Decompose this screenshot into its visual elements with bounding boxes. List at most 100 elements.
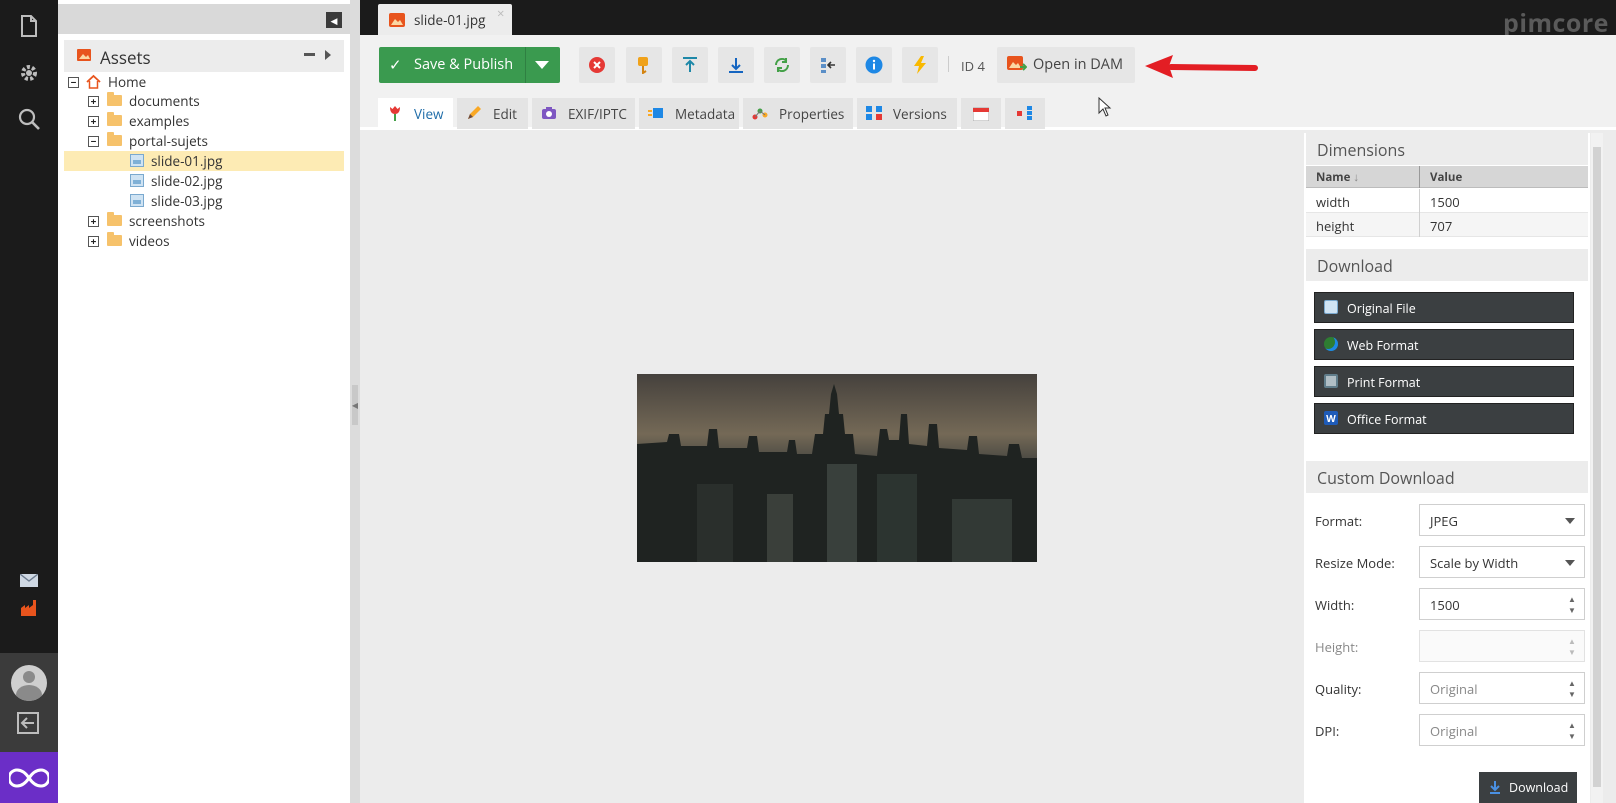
tree-item-slide-02[interactable]: slide-02.jpg (64, 171, 344, 191)
tree-item-label: documents (129, 92, 200, 110)
collapse-toggle-icon[interactable]: − (88, 136, 99, 147)
column-header-value[interactable]: Value (1430, 170, 1462, 185)
original-file-button[interactable]: Original File (1314, 292, 1574, 323)
resize-mode-select[interactable]: Scale by Width (1419, 546, 1585, 578)
avatar[interactable] (11, 665, 47, 701)
asset-id-label: ID 4 (961, 57, 985, 75)
splitter-collapse-icon[interactable]: ◀ (352, 385, 358, 425)
chevron-down-icon (1565, 560, 1575, 566)
info-button[interactable] (856, 47, 892, 83)
factory-icon[interactable] (15, 594, 43, 622)
expand-toggle-icon[interactable]: + (88, 96, 99, 107)
dpi-field[interactable]: Original ▲ ▼ (1419, 714, 1585, 746)
tab-view[interactable]: View (378, 98, 453, 129)
dropdown-arrow-icon[interactable] (535, 61, 549, 69)
camera-icon (542, 107, 556, 119)
save-publish-button[interactable]: ✓ Save & Publish (379, 47, 560, 83)
width-field[interactable]: 1500 ▲ ▼ (1419, 588, 1585, 620)
dimension-value: 707 (1430, 217, 1453, 235)
sort-arrow-icon: ↓ (1353, 170, 1360, 185)
pimcore-logo[interactable] (0, 752, 58, 803)
logout-icon[interactable] (17, 712, 41, 738)
open-in-dam-button[interactable]: Open in DAM (997, 47, 1135, 83)
table-row: height 707 (1306, 213, 1588, 237)
column-header-name[interactable]: Name ↓ (1316, 170, 1359, 185)
properties-icon (752, 108, 768, 120)
scrollbar-thumb[interactable] (1593, 147, 1601, 787)
notifications-button[interactable] (902, 47, 938, 83)
tab-metadata[interactable]: Metadata (639, 98, 739, 129)
resize-mode-label: Resize Mode: (1315, 554, 1395, 572)
print-format-button[interactable]: Print Format (1314, 366, 1574, 397)
tree-item-label: videos (129, 232, 170, 250)
tree-item-examples[interactable]: + examples (64, 111, 344, 131)
delete-button[interactable] (579, 47, 615, 83)
side-panel-scrollbar[interactable] (1591, 133, 1603, 803)
tree-item-videos[interactable]: + videos (64, 231, 344, 251)
image-icon (130, 194, 144, 207)
tab-dependencies[interactable] (1005, 98, 1045, 129)
expand-toggle-icon[interactable]: + (88, 116, 99, 127)
folder-icon (107, 212, 122, 226)
office-format-button[interactable]: W Office Format (1314, 403, 1574, 434)
tab-edit[interactable]: Edit (457, 98, 528, 129)
tab-slide-01[interactable]: slide-01.jpg (378, 4, 512, 35)
tree-options-icon[interactable] (325, 50, 331, 60)
height-field[interactable]: ▲ ▼ (1419, 630, 1585, 662)
quality-field[interactable]: Original ▲ ▼ (1419, 672, 1585, 704)
tree-item-slide-01[interactable]: slide-01.jpg (64, 151, 344, 171)
spinner-icon[interactable]: ▲ ▼ (1567, 678, 1577, 700)
quality-label: Quality: (1315, 680, 1362, 698)
annotation-arrow (1145, 55, 1258, 78)
settings-icon[interactable] (15, 59, 43, 87)
table-row: width 1500 (1306, 189, 1588, 213)
tree-item-screenshots[interactable]: + screenshots (64, 211, 344, 231)
image-asset-icon (389, 13, 405, 27)
tree-panel-topbar: ◀ (58, 4, 350, 34)
documents-icon[interactable] (15, 12, 43, 40)
search-icon[interactable] (15, 105, 43, 133)
mail-icon[interactable] (15, 566, 43, 594)
tab-properties[interactable]: Properties (743, 98, 853, 129)
custom-download-button[interactable]: Download (1479, 772, 1577, 803)
globe-icon (1324, 337, 1338, 351)
dam-icon (1007, 56, 1027, 71)
show-in-tree-button[interactable] (810, 47, 846, 83)
folder-icon (107, 112, 122, 126)
delete-icon (589, 57, 605, 73)
tree-item-documents[interactable]: + documents (64, 91, 344, 111)
collapse-all-icon[interactable] (304, 53, 315, 56)
tree-item-slide-03[interactable]: slide-03.jpg (64, 191, 344, 211)
dimension-name: width (1316, 193, 1350, 211)
collapse-toggle-icon[interactable]: − (68, 77, 79, 88)
reload-button[interactable] (764, 47, 800, 83)
download-button[interactable] (718, 47, 754, 83)
image-icon (130, 174, 144, 187)
image-preview (637, 374, 1037, 562)
reload-icon (774, 57, 790, 73)
expand-toggle-icon[interactable]: + (88, 216, 99, 227)
rename-button[interactable] (626, 47, 662, 83)
spinner-icon[interactable]: ▲ ▼ (1567, 720, 1577, 742)
close-tab-icon[interactable]: × (497, 4, 504, 22)
calendar-icon (973, 107, 989, 121)
tree-item-home[interactable]: − Home (64, 72, 344, 92)
tree-item-label: examples (129, 112, 190, 130)
tree-item-portal-sujets[interactable]: − portal-sujets (64, 131, 344, 151)
rename-icon (638, 57, 648, 74)
spinner-icon[interactable]: ▲ ▼ (1567, 594, 1577, 616)
upload-icon (683, 57, 697, 72)
format-select[interactable]: JPEG (1419, 504, 1585, 536)
web-format-button[interactable]: Web Format (1314, 329, 1574, 360)
expand-toggle-icon[interactable]: + (88, 236, 99, 247)
tab-exif-iptc[interactable]: EXIF/IPTC (532, 98, 635, 129)
folder-open-icon (107, 132, 122, 146)
tab-schedule[interactable] (961, 98, 1001, 129)
spinner-icon[interactable]: ▲ ▼ (1567, 636, 1577, 658)
assets-icon (77, 49, 91, 61)
pencil-icon (468, 106, 481, 119)
upload-new-version-button[interactable] (672, 47, 708, 83)
assets-title: Assets (100, 46, 151, 69)
collapse-panel-icon[interactable]: ◀ (326, 12, 342, 28)
tab-versions[interactable]: Versions (857, 98, 957, 129)
